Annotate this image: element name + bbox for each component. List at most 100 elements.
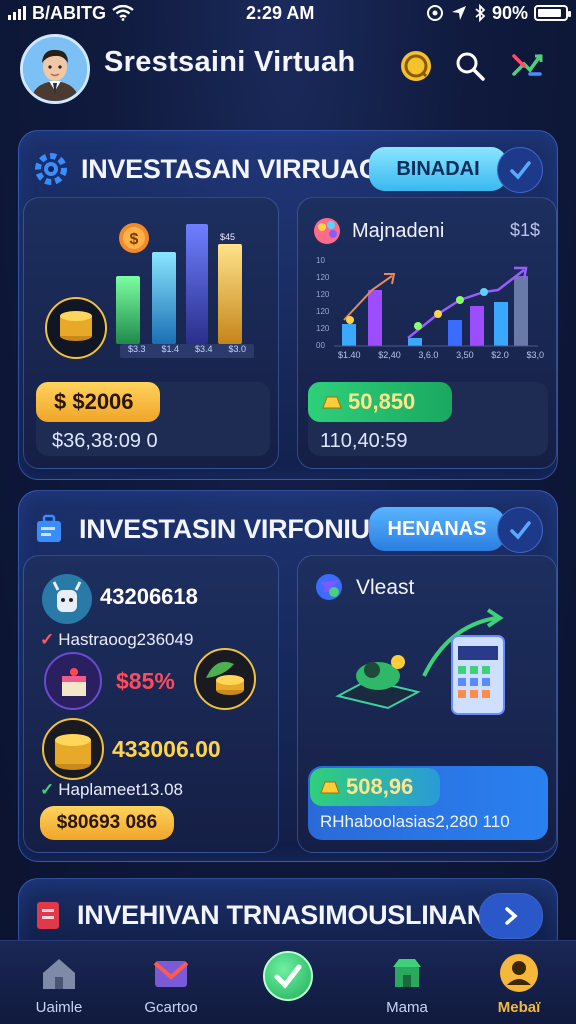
market-sub-amount: 110,40:59	[320, 430, 408, 452]
market-bar	[342, 324, 356, 346]
coin-notification-icon[interactable]	[398, 48, 434, 84]
check-circle-icon	[263, 951, 313, 1001]
x-tick-label: $3,0	[526, 350, 544, 360]
wifi-icon	[112, 5, 134, 21]
bar-chart-illustration: $	[45, 223, 254, 359]
gold-coins-icon	[42, 718, 104, 780]
check-button[interactable]	[497, 147, 543, 193]
transfer-sub-amount: RHhaboolasias2,280 110	[320, 812, 510, 831]
coins-leaf-icon	[194, 648, 256, 710]
section-title: INVESTASIN VIRFONIUH	[79, 513, 390, 544]
section-action-button[interactable]: BINADAI	[369, 147, 507, 191]
payment-transfer-illustration	[335, 608, 505, 715]
carrier-name: B/ABITG	[32, 2, 106, 23]
nav-label: Mama	[386, 999, 428, 1016]
market-amount-pill: 50,850	[308, 382, 452, 422]
market-bar	[470, 306, 484, 346]
check-icon: ✓	[40, 630, 55, 649]
asset-amount-pill[interactable]: $80693 086	[40, 806, 174, 840]
y-tick-label: 120	[316, 290, 330, 299]
nav-item-confirm[interactable]	[233, 941, 343, 1024]
check-icon	[510, 161, 531, 180]
market-bar	[408, 338, 422, 346]
section-title: INVEHIVAN TRNASIMOUSLINAN	[77, 899, 487, 930]
alarm-icon	[426, 5, 443, 21]
robot-avatar	[42, 574, 92, 624]
gold-bar-icon	[322, 396, 342, 409]
briefcase-icon	[37, 514, 61, 542]
x-tick-label: 3,50	[456, 350, 474, 360]
x-tick-label: $2.0	[491, 350, 509, 360]
store-icon	[393, 959, 421, 987]
battery-icon	[534, 5, 571, 21]
nav-item-mail[interactable]: Gcartoo	[116, 941, 226, 1024]
nav-label: Uaimle	[35, 999, 83, 1016]
y-tick-label: 10	[316, 256, 325, 265]
investment-section-2: INVESTASIN VIRFONIUH HENANAS 43206618 ✓ …	[18, 490, 558, 862]
svg-text:$: $	[130, 231, 139, 248]
market-card-corner: $1$	[509, 220, 540, 240]
nav-item-market[interactable]: Mama	[352, 941, 462, 1024]
section-title: INVESTASAN VIRRUAGAI	[81, 153, 407, 184]
shuffle-icon[interactable]	[510, 48, 546, 84]
asset-value: 43206618	[100, 584, 198, 609]
section-action-button[interactable]: HENANAS	[369, 507, 505, 551]
bar-label: $3.3	[127, 344, 146, 354]
location-icon	[451, 6, 466, 20]
y-tick-label: 120	[316, 324, 330, 333]
bluetooth-icon	[475, 4, 486, 22]
investment-section-1: INVESTASAN VIRRUAGAI BINADAI $ $3.3 $1.4…	[18, 130, 558, 480]
dessert-icon	[44, 652, 102, 710]
transfer-card[interactable]: Vleast 508,96 RHhaboolasias2,280 110	[297, 555, 557, 853]
portfolio-amount: $ $2006	[36, 382, 160, 422]
gear-icon	[35, 153, 67, 185]
asset-big-value: 433006.00	[112, 736, 221, 762]
x-tick-label: 3,6.0	[418, 350, 439, 360]
x-tick-label: $2,40	[378, 350, 401, 360]
bar-label: $3.4	[194, 344, 213, 354]
asset-check-line: ✓ Hastraoog236049	[40, 630, 194, 649]
gold-bar-icon	[320, 781, 340, 794]
y-tick-label: 120	[316, 307, 330, 316]
check-icon	[510, 521, 531, 540]
bar-badge: $45	[220, 232, 236, 242]
market-card[interactable]: Majnadeni $1$ 10 120 120 120 120 00 $1.40 $2,4…	[297, 197, 557, 469]
market-bar	[494, 302, 508, 346]
document-icon	[37, 902, 59, 929]
y-tick-label: 00	[316, 341, 325, 350]
assets-card[interactable]: 43206618 ✓ Hastraoog236049 $85% 433006.0…	[23, 555, 279, 853]
portfolio-sub-amount: $36,38:09 0	[52, 430, 158, 452]
x-tick-label: $1.40	[338, 350, 361, 360]
bar-label: $3.0	[228, 344, 247, 354]
transfer-amount: 508,96	[346, 774, 414, 799]
search-icon[interactable]	[452, 48, 488, 84]
market-bar	[368, 290, 382, 346]
nav-label: Mebaï	[497, 999, 541, 1016]
market-bar	[448, 320, 462, 346]
app-header: Srestsaini Virtuah	[0, 32, 576, 104]
check-icon: ✓	[40, 780, 55, 799]
avatar[interactable]	[20, 34, 90, 104]
nav-label: Gcartoo	[144, 999, 198, 1016]
signal-icon	[8, 6, 26, 20]
clock: 2:29 AM	[246, 3, 315, 23]
market-amount: 50,850	[348, 389, 416, 414]
y-tick-label: 120	[316, 273, 330, 282]
market-card-title: Majnadeni	[352, 220, 445, 242]
nav-item-home[interactable]: Uaimle	[4, 941, 114, 1024]
mail-icon	[153, 961, 189, 987]
nav-item-profile[interactable]: Mebaï	[464, 941, 574, 1024]
portfolio-card[interactable]: $ $3.3 $1.4 $3.4 $3.0 $45 $ $2006 $36,38:09…	[23, 197, 279, 469]
palette-icon	[314, 218, 340, 244]
battery-percent: 90%	[491, 2, 528, 23]
bar-label: $1.4	[161, 344, 180, 354]
app-title: Srestsaini Virtuah	[104, 46, 356, 78]
bottom-navigation: Uaimle Gcartoo Mama Mebaï	[0, 940, 576, 1024]
profile-icon	[500, 954, 538, 992]
next-button[interactable]	[479, 893, 543, 939]
check-button[interactable]	[497, 507, 543, 553]
status-bar: B/ABITG 2:29 AM 90%	[0, 0, 576, 26]
market-bar	[514, 276, 528, 346]
chevron-right-icon	[505, 907, 518, 925]
asset-percent: $85%	[116, 668, 175, 694]
